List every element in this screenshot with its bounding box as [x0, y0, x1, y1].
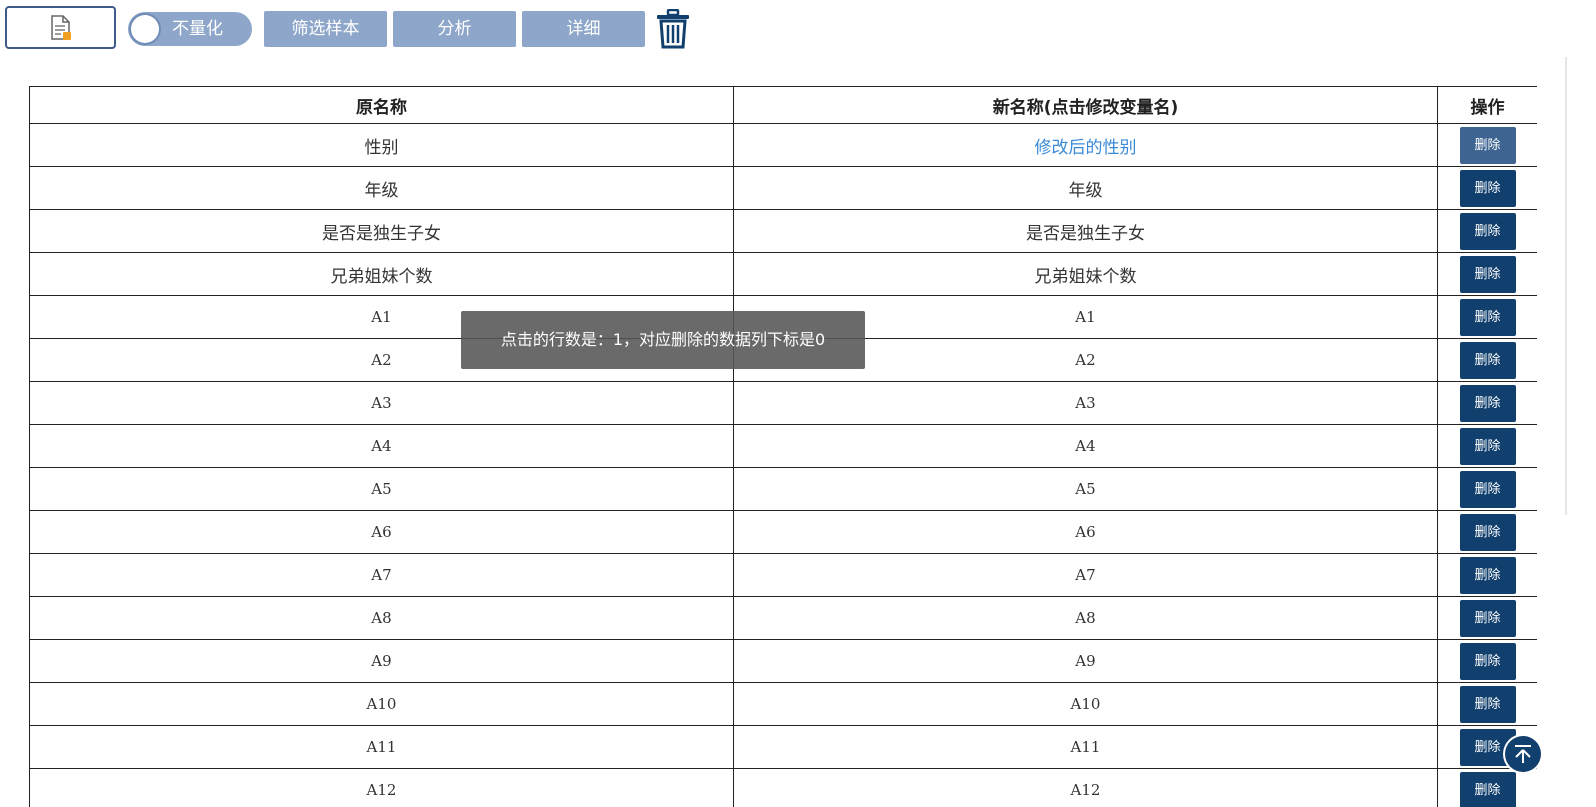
- action-cell: 删除: [1437, 768, 1537, 807]
- back-to-top-button[interactable]: [1505, 736, 1541, 772]
- action-cell: 删除: [1437, 295, 1537, 339]
- header-actions: 操作: [1437, 86, 1537, 124]
- action-cell: 删除: [1437, 424, 1537, 468]
- delete-button[interactable]: 删除: [1459, 169, 1516, 207]
- table-row: A11 A11 删除: [29, 725, 1537, 769]
- action-cell: 删除: [1437, 596, 1537, 640]
- delete-button[interactable]: 删除: [1459, 642, 1516, 680]
- toggle-label: 不量化: [172, 19, 223, 39]
- delete-button[interactable]: 删除: [1459, 513, 1516, 551]
- trash-icon[interactable]: [656, 9, 690, 49]
- original-name-cell: A8: [29, 596, 734, 640]
- toast-message: 点击的行数是：1，对应删除的数据列下标是0: [461, 311, 865, 369]
- action-cell: 删除: [1437, 252, 1537, 296]
- table-row: A5 A5 删除: [29, 467, 1537, 511]
- variable-table: 原名称 新名称(点击修改变量名) 操作 性别 修改后的性别 删除 年级 年级 删…: [29, 86, 1537, 807]
- original-name-cell: A3: [29, 381, 734, 425]
- file-doc-icon: [50, 14, 71, 40]
- delete-button[interactable]: 删除: [1459, 341, 1516, 379]
- delete-button[interactable]: 删除: [1459, 599, 1516, 637]
- detail-button[interactable]: 详细: [522, 11, 645, 47]
- new-name-cell[interactable]: A6: [733, 510, 1438, 554]
- action-cell: 删除: [1437, 166, 1537, 210]
- action-cell: 删除: [1437, 381, 1537, 425]
- new-name-cell[interactable]: A8: [733, 596, 1438, 640]
- delete-button[interactable]: 删除: [1459, 685, 1516, 723]
- delete-button[interactable]: 删除: [1459, 470, 1516, 508]
- new-name-cell[interactable]: A9: [733, 639, 1438, 683]
- table-row: A4 A4 删除: [29, 424, 1537, 468]
- arrow-up-to-top-icon: [1515, 745, 1531, 763]
- table-header-row: 原名称 新名称(点击修改变量名) 操作: [29, 86, 1537, 124]
- new-name-cell[interactable]: A4: [733, 424, 1438, 468]
- original-name-cell: 兄弟姐妹个数: [29, 252, 734, 296]
- delete-button[interactable]: 删除: [1459, 556, 1516, 594]
- action-cell: 删除: [1437, 209, 1537, 253]
- delete-button[interactable]: 删除: [1459, 212, 1516, 250]
- quantify-toggle[interactable]: 不量化: [128, 12, 252, 46]
- delete-button[interactable]: 删除: [1459, 126, 1516, 164]
- action-cell: 删除: [1437, 338, 1537, 382]
- table-row: A10 A10 删除: [29, 682, 1537, 726]
- table-row: A9 A9 删除: [29, 639, 1537, 683]
- table-row: A7 A7 删除: [29, 553, 1537, 597]
- table-row: 是否是独生子女 是否是独生子女 删除: [29, 209, 1537, 253]
- new-name-cell[interactable]: A11: [733, 725, 1438, 769]
- original-name-cell: A6: [29, 510, 734, 554]
- original-name-cell: 性别: [29, 123, 734, 167]
- new-name-cell[interactable]: A7: [733, 553, 1438, 597]
- action-cell: 删除: [1437, 553, 1537, 597]
- delete-button[interactable]: 删除: [1459, 298, 1516, 336]
- analyze-button[interactable]: 分析: [393, 11, 516, 47]
- delete-button[interactable]: 删除: [1459, 771, 1516, 807]
- action-cell: 删除: [1437, 639, 1537, 683]
- original-name-cell: 是否是独生子女: [29, 209, 734, 253]
- toolbar: 不量化 筛选样本 分析 详细: [5, 6, 725, 51]
- file-button[interactable]: [5, 6, 116, 49]
- filter-samples-button[interactable]: 筛选样本: [264, 11, 387, 47]
- action-cell: 删除: [1437, 123, 1537, 167]
- original-name-cell: 年级: [29, 166, 734, 210]
- original-name-cell: A10: [29, 682, 734, 726]
- table-row: A12 A12 删除: [29, 768, 1537, 807]
- original-name-cell: A11: [29, 725, 734, 769]
- toggle-knob: [131, 15, 159, 43]
- action-cell: 删除: [1437, 682, 1537, 726]
- new-name-cell[interactable]: 年级: [733, 166, 1438, 210]
- scrollbar-track[interactable]: [1565, 57, 1567, 515]
- original-name-cell: A4: [29, 424, 734, 468]
- new-name-cell[interactable]: 兄弟姐妹个数: [733, 252, 1438, 296]
- action-cell: 删除: [1437, 510, 1537, 554]
- table-row: 兄弟姐妹个数 兄弟姐妹个数 删除: [29, 252, 1537, 296]
- table-row: 年级 年级 删除: [29, 166, 1537, 210]
- variable-table-container: 原名称 新名称(点击修改变量名) 操作 性别 修改后的性别 删除 年级 年级 删…: [29, 86, 1537, 807]
- table-row: A3 A3 删除: [29, 381, 1537, 425]
- header-original-name: 原名称: [29, 86, 734, 124]
- delete-button[interactable]: 删除: [1459, 384, 1516, 422]
- original-name-cell: A9: [29, 639, 734, 683]
- new-name-cell[interactable]: A10: [733, 682, 1438, 726]
- header-new-name: 新名称(点击修改变量名): [733, 86, 1438, 124]
- original-name-cell: A5: [29, 467, 734, 511]
- original-name-cell: A7: [29, 553, 734, 597]
- table-row: 性别 修改后的性别 删除: [29, 123, 1537, 167]
- new-name-cell[interactable]: 修改后的性别: [733, 123, 1438, 167]
- new-name-cell[interactable]: 是否是独生子女: [733, 209, 1438, 253]
- original-name-cell: A12: [29, 768, 734, 807]
- new-name-cell[interactable]: A3: [733, 381, 1438, 425]
- new-name-cell[interactable]: A12: [733, 768, 1438, 807]
- action-cell: 删除: [1437, 467, 1537, 511]
- delete-button[interactable]: 删除: [1459, 255, 1516, 293]
- table-row: A6 A6 删除: [29, 510, 1537, 554]
- table-row: A8 A8 删除: [29, 596, 1537, 640]
- delete-button[interactable]: 删除: [1459, 427, 1516, 465]
- new-name-cell[interactable]: A5: [733, 467, 1438, 511]
